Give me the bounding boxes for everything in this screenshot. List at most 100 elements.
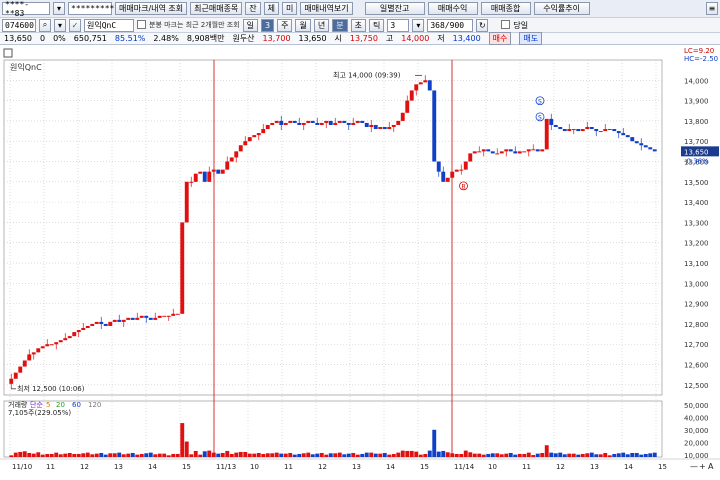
x-tick-label: 11/14: [454, 463, 475, 471]
candle-body: [130, 317, 135, 320]
hamburger-icon[interactable]: ≡: [706, 2, 718, 15]
candle-body: [427, 80, 432, 91]
trade-profit-button[interactable]: 매매수익: [427, 2, 478, 15]
candle-body: [252, 135, 257, 138]
candle-body: [522, 151, 527, 153]
price-chart[interactable]: 14,00013,90013,80013,70013,60013,50013,4…: [0, 45, 720, 480]
trade-mark-history-button[interactable]: 매매마크/내역 조회: [115, 2, 188, 15]
period-year[interactable]: 년: [313, 18, 330, 32]
volume-bar: [364, 452, 369, 457]
volume-bar: [468, 452, 473, 457]
candle-body: [616, 131, 621, 134]
volume-bar: [342, 454, 347, 457]
period-value-box[interactable]: 3: [261, 18, 275, 32]
volume-bar: [414, 451, 419, 457]
y-tick-label: 13,300: [684, 219, 709, 227]
volume-bar: [207, 450, 212, 457]
volume-bar: [319, 452, 324, 457]
notice-checkbox[interactable]: [137, 19, 146, 31]
account-dropdown-button[interactable]: ▾: [53, 2, 65, 15]
candle-body: [630, 137, 635, 142]
volume-bar: [576, 454, 581, 457]
volume-bar: [540, 452, 545, 457]
volume-bar: [643, 453, 648, 457]
period-week[interactable]: 주: [277, 18, 293, 32]
volume-bar: [22, 451, 27, 457]
candle-body: [576, 129, 581, 132]
candle-body: [454, 169, 459, 172]
candle-body: [189, 181, 194, 183]
stock-list-icon[interactable]: ▾: [54, 18, 66, 32]
candle-body: [94, 321, 99, 324]
account-field[interactable]: ****-**83: [2, 0, 50, 18]
volume-bar: [162, 453, 167, 457]
volume-bar: [585, 453, 590, 457]
volume-bar: [112, 453, 117, 457]
investor-label: 원두산: [232, 34, 255, 43]
candle-body: [193, 173, 198, 182]
unfilled-button[interactable]: 미: [282, 2, 298, 15]
sell-button[interactable]: 매도: [519, 32, 543, 45]
x-tick-label: 13: [114, 463, 123, 471]
count-field[interactable]: 368/900: [427, 18, 474, 32]
candle-body: [63, 338, 68, 341]
candle-body: [513, 151, 518, 154]
password-field[interactable]: *********: [68, 2, 114, 15]
volume-bar: [153, 454, 158, 457]
zoom-control[interactable]: +: [699, 462, 706, 471]
candle-body: [166, 315, 171, 317]
period-tick[interactable]: 틱: [368, 18, 385, 32]
candle-body: [324, 120, 329, 123]
return-trend-button[interactable]: 수익률추이: [533, 2, 590, 15]
zoom-control[interactable]: —: [690, 462, 698, 471]
volume-bar: [630, 452, 635, 457]
trade-detail-view-button[interactable]: 매매내역보기: [300, 2, 353, 15]
period-day[interactable]: 일: [242, 18, 259, 32]
candle-body: [531, 149, 536, 151]
candle-body: [333, 122, 338, 125]
candle-body: [580, 129, 585, 132]
candle-body: [157, 315, 162, 318]
candle-body: [18, 366, 23, 373]
zoom-control[interactable]: A: [708, 462, 714, 471]
search-icon[interactable]: ⌕: [39, 18, 51, 32]
trade-summary-button[interactable]: 매매종합: [480, 2, 531, 15]
filled-button[interactable]: 체: [263, 2, 280, 15]
volume-bar: [499, 454, 504, 457]
interval-select[interactable]: 3: [387, 18, 410, 32]
x-tick-label: 14: [386, 463, 395, 471]
chevron-down-icon[interactable]: ▾: [412, 18, 425, 32]
recent-trade-stocks-button[interactable]: 최근매매종목: [190, 2, 243, 15]
candle-body: [355, 120, 360, 123]
volume-bar: [400, 450, 405, 457]
volume-bar: [99, 452, 104, 457]
daily-balance-button[interactable]: 일별잔고: [364, 2, 425, 15]
x-tick-label: 15: [420, 463, 429, 471]
buy-button[interactable]: 매수: [488, 32, 512, 45]
refresh-icon[interactable]: ↻: [476, 18, 489, 32]
candle-body: [526, 149, 531, 152]
balance-button[interactable]: 잔: [245, 2, 261, 15]
period-minute[interactable]: 분: [332, 18, 348, 32]
candle-body: [481, 149, 486, 152]
candle-body: [207, 171, 212, 182]
volume-ratio: 85.51%: [114, 34, 146, 43]
volume-bar: [490, 453, 495, 457]
stock-code-input[interactable]: 074600: [2, 18, 36, 32]
volume-bar: [90, 454, 95, 457]
candle-body: [306, 120, 311, 123]
candle-body: [405, 100, 410, 113]
period-second[interactable]: 초: [350, 18, 366, 32]
candle-body: [198, 171, 203, 174]
y-tick-label: 13,200: [684, 240, 709, 248]
volume-bar: [382, 452, 387, 457]
single-day-checkbox[interactable]: [501, 19, 511, 31]
single-day-label: 당일: [513, 20, 529, 30]
volume-bar: [234, 452, 239, 457]
period-month[interactable]: 월: [295, 18, 311, 32]
checkbox-icon[interactable]: ✓: [69, 18, 81, 32]
candle-body: [283, 122, 288, 125]
candle-body: [243, 141, 248, 146]
candle-body: [436, 161, 441, 172]
volume-bar: [328, 453, 333, 457]
